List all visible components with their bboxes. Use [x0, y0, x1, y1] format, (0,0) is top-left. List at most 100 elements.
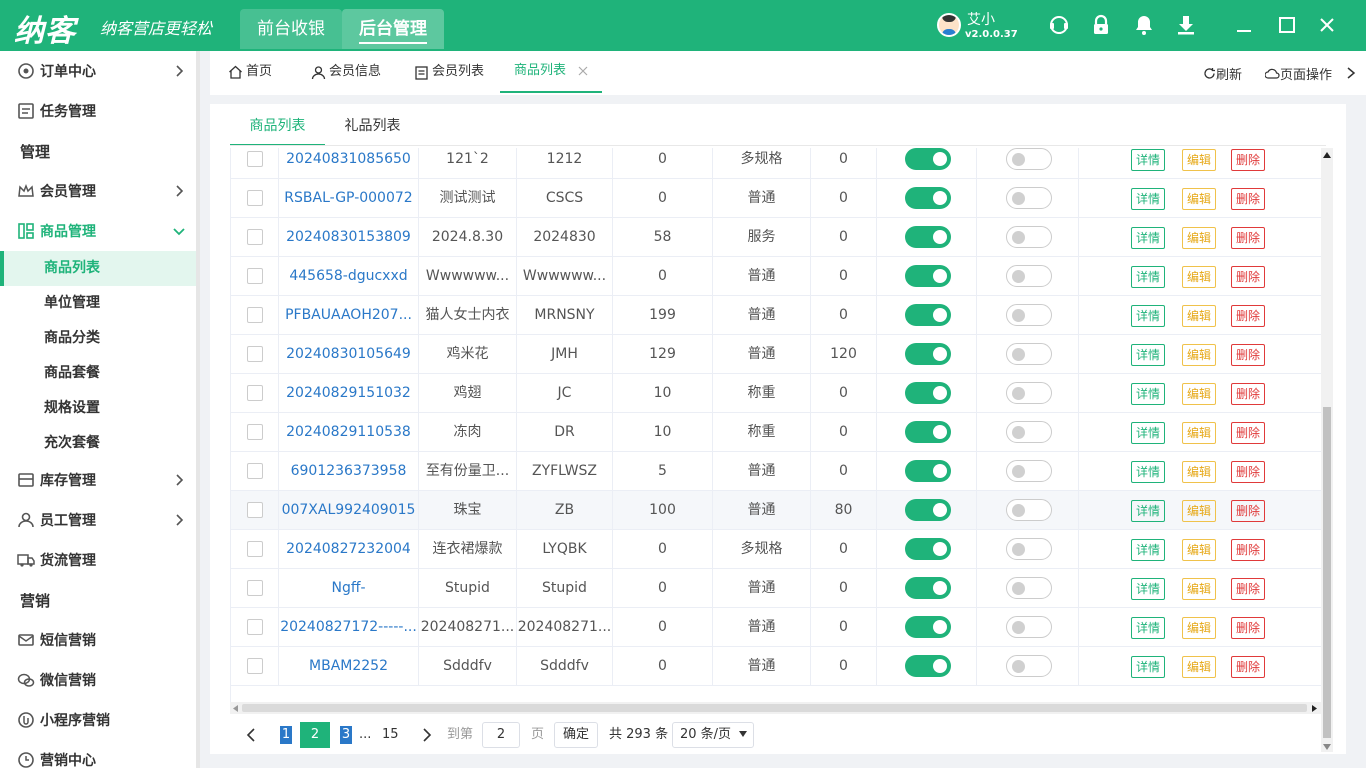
- page-number-last[interactable]: 15: [382, 722, 399, 748]
- secondary-toggle-off[interactable]: [1006, 499, 1052, 521]
- table-row[interactable]: 007XAL992409015 珠宝 ZB 100 普通 80 详情 编辑 删除: [231, 491, 1321, 530]
- table-row[interactable]: PFBAUAAOH207... 猫人女士内衣 MRNSNY 199 普通 0 详情 编辑 删除: [231, 296, 1321, 335]
- vertical-scroll-thumb[interactable]: [1323, 407, 1331, 738]
- status-toggle-on[interactable]: [905, 577, 951, 599]
- sidebar-item-marketing-center[interactable]: 营销中心: [0, 740, 196, 768]
- edit-button[interactable]: 编辑: [1182, 227, 1216, 249]
- table-row[interactable]: 445658-dgucxxd Wwwwww... Wwwwww... 0 普通 0 详情 编辑…: [231, 257, 1321, 296]
- horizontal-scroll-thumb[interactable]: [242, 704, 1307, 712]
- detail-button[interactable]: 详情: [1131, 617, 1165, 639]
- product-code[interactable]: 007XAL992409015: [279, 491, 419, 529]
- scroll-up-icon[interactable]: [1323, 152, 1331, 158]
- sidebar-subitem-product-list[interactable]: 商品列表: [0, 251, 196, 286]
- edit-button[interactable]: 编辑: [1182, 266, 1216, 288]
- edit-button[interactable]: 编辑: [1182, 539, 1216, 561]
- detail-button[interactable]: 详情: [1131, 422, 1165, 444]
- secondary-toggle-off[interactable]: [1006, 460, 1052, 482]
- table-row[interactable]: 20240831085650 121`2 1212 0 多规格 0 详情 编辑 删除: [231, 148, 1321, 179]
- page-number-2-current[interactable]: 2: [300, 722, 330, 748]
- product-code[interactable]: 20240829110538: [279, 413, 419, 451]
- scroll-right-icon[interactable]: [1312, 705, 1317, 712]
- table-row[interactable]: Ngff- Stupid Stupid 0 普通 0 详情 编辑 删除: [231, 569, 1321, 608]
- row-checkbox[interactable]: [247, 424, 263, 440]
- sidebar-item-miniprogram-marketing[interactable]: 小程序营销: [0, 700, 196, 740]
- table-row[interactable]: MBAM2252 Sdddfv Sdddfv 0 普通 0 详情 编辑 删除: [231, 647, 1321, 686]
- secondary-toggle-off[interactable]: [1006, 616, 1052, 638]
- delete-button[interactable]: 删除: [1231, 305, 1265, 327]
- row-checkbox[interactable]: [247, 229, 263, 245]
- delete-button[interactable]: 删除: [1231, 149, 1265, 171]
- tab-member-info[interactable]: 会员信息: [311, 51, 381, 93]
- user-avatar[interactable]: [937, 13, 961, 37]
- detail-button[interactable]: 详情: [1131, 227, 1165, 249]
- secondary-toggle-off[interactable]: [1006, 538, 1052, 560]
- product-code[interactable]: PFBAUAAOH207...: [279, 296, 419, 334]
- edit-button[interactable]: 编辑: [1182, 422, 1216, 444]
- download-icon[interactable]: [1175, 14, 1197, 36]
- status-toggle-on[interactable]: [905, 265, 951, 287]
- table-row[interactable]: 20240827232004 连衣裙爆款 LYQBK 0 多规格 0 详情 编辑 删除: [231, 530, 1321, 569]
- secondary-toggle-off[interactable]: [1006, 421, 1052, 443]
- row-checkbox[interactable]: [247, 268, 263, 284]
- edit-button[interactable]: 编辑: [1182, 344, 1216, 366]
- delete-button[interactable]: 删除: [1231, 539, 1265, 561]
- row-checkbox[interactable]: [247, 307, 263, 323]
- page-number-1[interactable]: 1: [280, 726, 292, 744]
- secondary-toggle-off[interactable]: [1006, 655, 1052, 677]
- sidebar-subitem-units[interactable]: 单位管理: [0, 286, 196, 321]
- row-checkbox[interactable]: [247, 658, 263, 674]
- secondary-toggle-off[interactable]: [1006, 226, 1052, 248]
- row-checkbox[interactable]: [247, 346, 263, 362]
- support-headset-icon[interactable]: [1048, 14, 1070, 36]
- secondary-toggle-off[interactable]: [1006, 265, 1052, 287]
- detail-button[interactable]: 详情: [1131, 656, 1165, 678]
- delete-button[interactable]: 删除: [1231, 227, 1265, 249]
- product-code[interactable]: 20240827172-----...: [279, 608, 419, 646]
- delete-button[interactable]: 删除: [1231, 383, 1265, 405]
- delete-button[interactable]: 删除: [1231, 578, 1265, 600]
- secondary-toggle-off[interactable]: [1006, 187, 1052, 209]
- edit-button[interactable]: 编辑: [1182, 500, 1216, 522]
- edit-button[interactable]: 编辑: [1182, 461, 1216, 483]
- detail-button[interactable]: 详情: [1131, 188, 1165, 210]
- table-row[interactable]: 20240830153809 2024.8.30 2024830 58 服务 0 详情 编辑删…: [231, 218, 1321, 257]
- delete-button[interactable]: 删除: [1231, 461, 1265, 483]
- tab-member-list[interactable]: 会员列表: [414, 51, 484, 93]
- close-icon[interactable]: [1316, 14, 1338, 36]
- edit-button[interactable]: 编辑: [1182, 188, 1216, 210]
- sidebar-item-members[interactable]: 会员管理: [0, 171, 196, 211]
- sidebar-subitem-packages[interactable]: 商品套餐: [0, 356, 196, 391]
- edit-button[interactable]: 编辑: [1182, 578, 1216, 600]
- status-toggle-on[interactable]: [905, 343, 951, 365]
- status-toggle-on[interactable]: [905, 148, 951, 170]
- minimize-icon[interactable]: [1233, 14, 1255, 36]
- status-toggle-on[interactable]: [905, 304, 951, 326]
- row-checkbox[interactable]: [247, 385, 263, 401]
- delete-button[interactable]: 删除: [1231, 422, 1265, 444]
- prev-page-icon[interactable]: [246, 728, 256, 742]
- row-checkbox[interactable]: [247, 580, 263, 596]
- sidebar-item-orders[interactable]: 订单中心: [0, 51, 196, 91]
- table-row[interactable]: RSBAL-GP-000072 测试测试 CSCS 0 普通 0 详情 编辑 删除: [231, 179, 1321, 218]
- row-checkbox[interactable]: [247, 463, 263, 479]
- product-code[interactable]: 6901236373958: [279, 452, 419, 490]
- page-number-3[interactable]: 3: [340, 726, 352, 744]
- scroll-down-icon[interactable]: [1323, 744, 1331, 750]
- tabs-scroll-right-icon[interactable]: [1346, 67, 1356, 79]
- subtab-product-list[interactable]: 商品列表: [230, 104, 325, 146]
- product-code[interactable]: Ngff-: [279, 569, 419, 607]
- detail-button[interactable]: 详情: [1131, 539, 1165, 561]
- sidebar-subitem-recharge-packages[interactable]: 充次套餐: [0, 426, 196, 461]
- tab-product-list[interactable]: 商品列表: [500, 51, 603, 93]
- delete-button[interactable]: 删除: [1231, 500, 1265, 522]
- row-checkbox[interactable]: [247, 151, 263, 167]
- tab-home[interactable]: 首页: [228, 51, 272, 93]
- detail-button[interactable]: 详情: [1131, 305, 1165, 327]
- sidebar-item-sms-marketing[interactable]: 短信营销: [0, 620, 196, 660]
- delete-button[interactable]: 删除: [1231, 188, 1265, 210]
- tab-front-cashier[interactable]: 前台收银: [240, 9, 342, 49]
- sidebar-subitem-categories[interactable]: 商品分类: [0, 321, 196, 356]
- sidebar-subitem-specs[interactable]: 规格设置: [0, 391, 196, 426]
- status-toggle-on[interactable]: [905, 655, 951, 677]
- row-checkbox[interactable]: [247, 619, 263, 635]
